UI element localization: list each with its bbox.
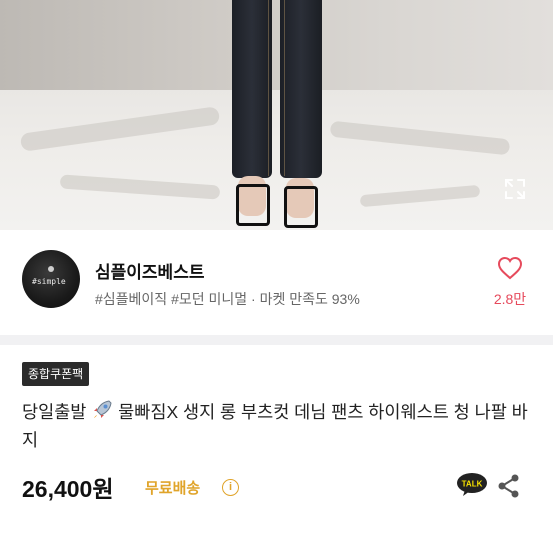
image-floor bbox=[0, 90, 553, 230]
kakaotalk-icon[interactable]: TALK bbox=[456, 472, 488, 498]
left-leg bbox=[232, 0, 272, 178]
likes-count: 2.8만 bbox=[493, 291, 527, 307]
avatar-graphic bbox=[48, 266, 54, 272]
store-name[interactable]: 심플이즈베스트 bbox=[95, 258, 204, 283]
shipping-label: 무료배송 bbox=[145, 480, 201, 497]
section-divider bbox=[0, 335, 553, 345]
info-icon[interactable]: i bbox=[222, 479, 239, 496]
right-sandal bbox=[284, 186, 318, 228]
title-prefix: 당일출발 bbox=[22, 402, 87, 422]
rocket-icon bbox=[94, 400, 112, 418]
coupon-badge: 종합쿠폰팩 bbox=[22, 362, 90, 386]
svg-text:TALK: TALK bbox=[462, 480, 483, 489]
store-tags: #심플베이직 #모던 미니멀 · 마켓 만족도 93% bbox=[95, 291, 360, 307]
expand-icon[interactable] bbox=[504, 178, 526, 200]
left-sandal bbox=[236, 184, 270, 226]
store-row[interactable] bbox=[0, 230, 553, 335]
seam bbox=[284, 0, 285, 176]
product-title: 당일출발 물빠짐X 생지 롱 부츠컷 데님 팬츠 하이웨스트 청 나팔 바지 bbox=[22, 398, 532, 454]
seam bbox=[268, 0, 269, 176]
right-leg bbox=[280, 0, 322, 178]
store-avatar[interactable]: #simple bbox=[22, 250, 80, 308]
product-image[interactable] bbox=[0, 0, 553, 230]
heart-icon[interactable] bbox=[497, 256, 523, 280]
price: 26,400원 bbox=[22, 476, 114, 502]
avatar-label: #simple bbox=[32, 277, 66, 286]
share-icon[interactable] bbox=[497, 473, 521, 499]
